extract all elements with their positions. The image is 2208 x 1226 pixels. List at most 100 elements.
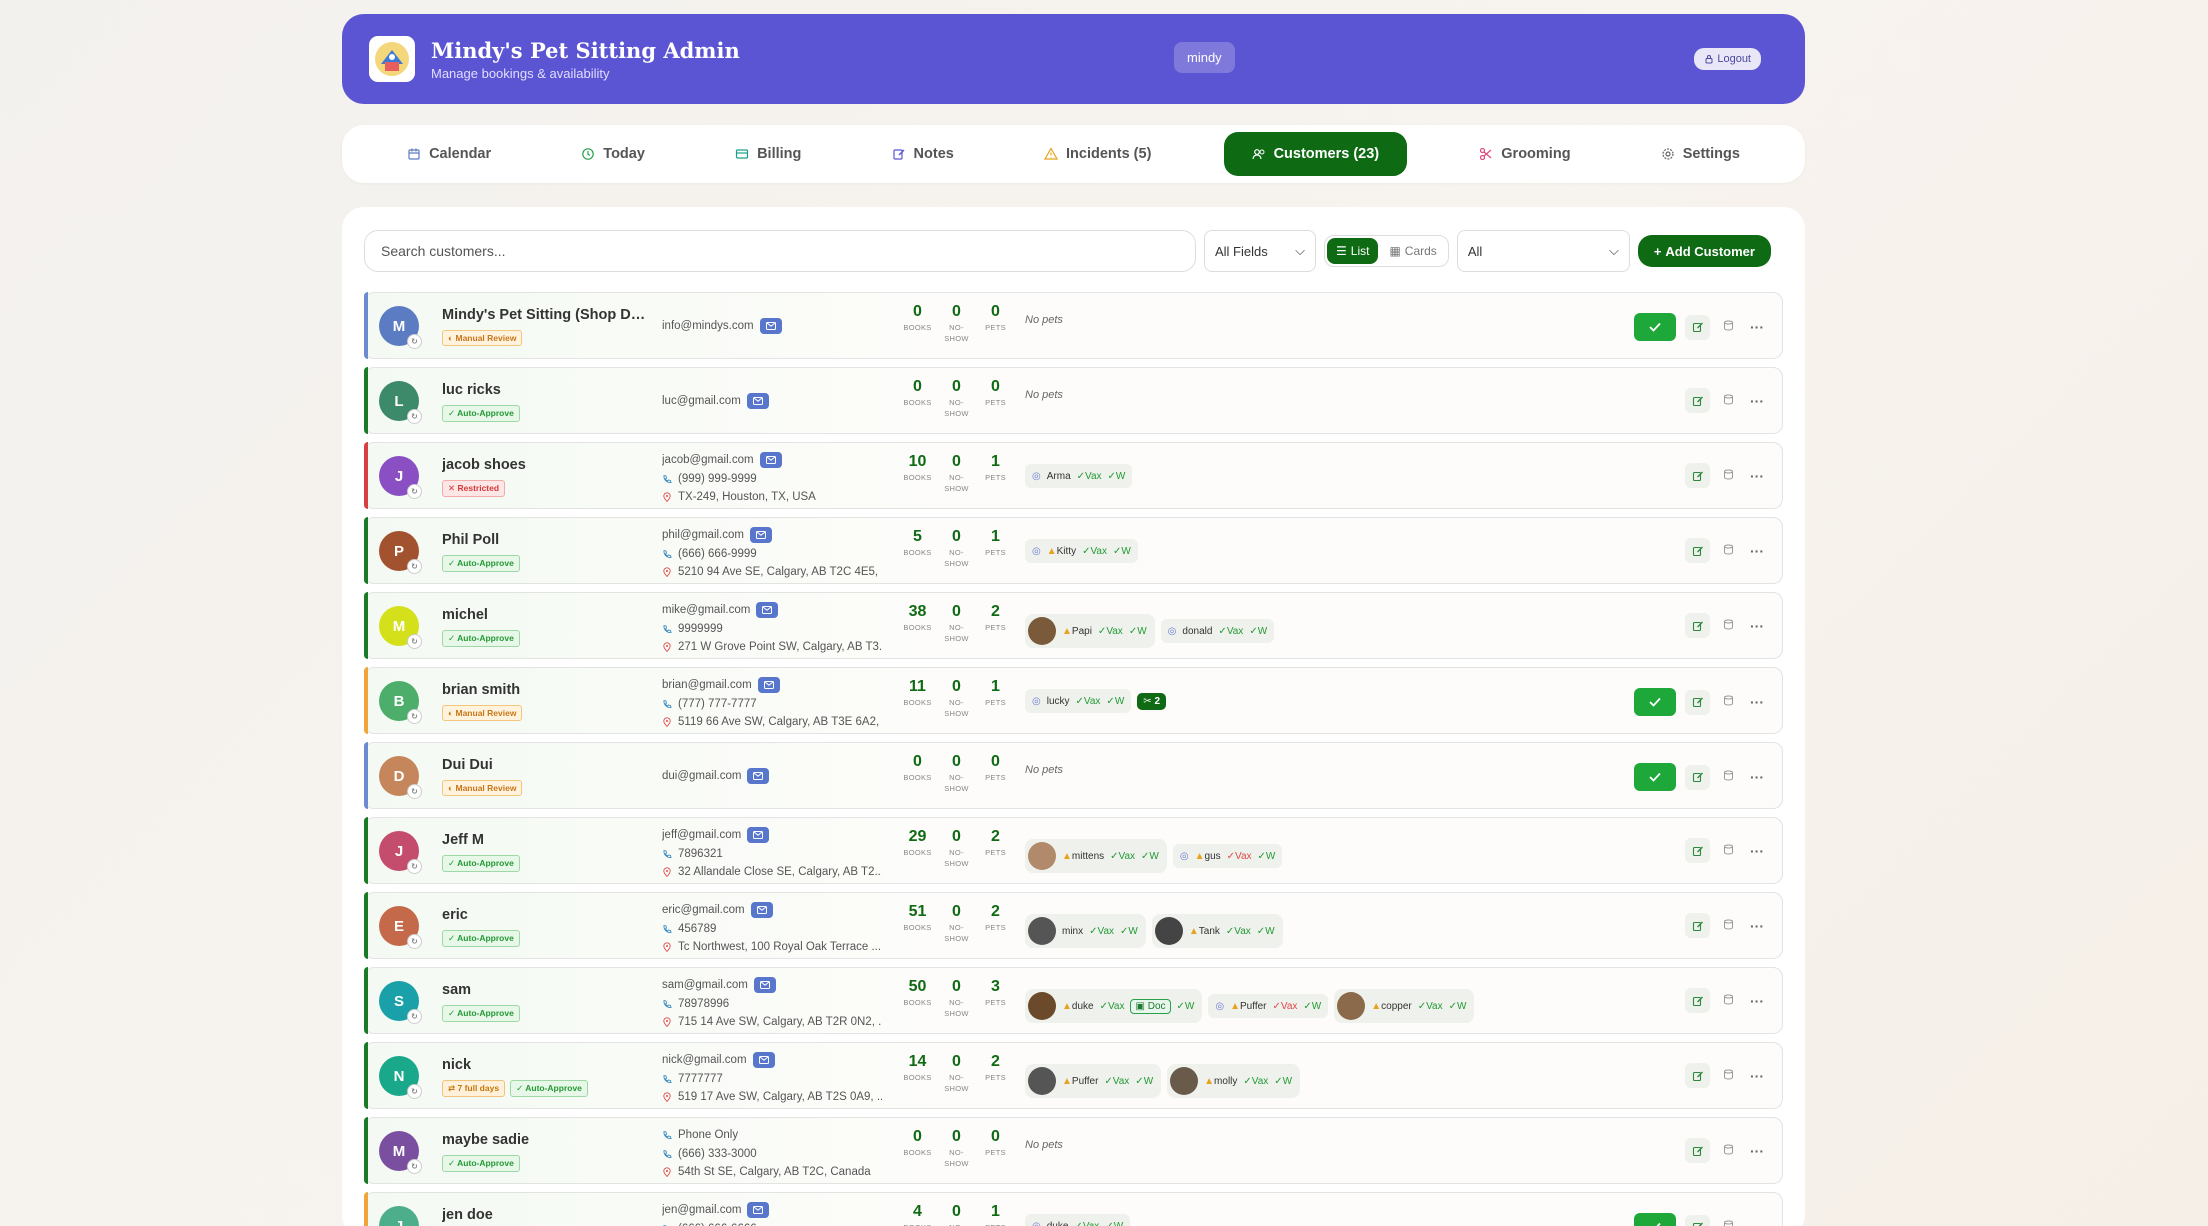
customer-name[interactable]: nick [442, 1057, 471, 1073]
customer-row[interactable]: P ↻ Phil Poll ✓ Auto-Approve phil@gmail.com (… [364, 517, 1783, 584]
pet-chip[interactable]: ▲duke ✓Vax ▣ Doc ✓W [1025, 989, 1203, 1023]
edit-button[interactable] [1685, 913, 1710, 938]
customer-row[interactable]: S ↻ sam ✓ Auto-Approve sam@gmail.com 78978996… [364, 967, 1783, 1034]
mail-icon[interactable] [759, 452, 782, 469]
more-options-button[interactable]: ··· [1746, 993, 1768, 1009]
customer-email[interactable]: jen@gmail.com [662, 1204, 741, 1216]
customer-address[interactable]: 32 Allandale Close SE, Calgary, AB T2... [678, 866, 882, 878]
customer-address[interactable]: TX-249, Houston, TX, USA [678, 491, 816, 503]
edit-button[interactable] [1685, 764, 1710, 790]
customer-row[interactable]: E ↻ eric ✓ Auto-Approve eric@gmail.com 456789… [364, 892, 1783, 959]
edit-button[interactable] [1685, 689, 1710, 715]
customer-address[interactable]: 54th St SE, Calgary, AB T2C, Canada [678, 1166, 871, 1178]
customer-phone[interactable]: (777) 777-7777 [678, 698, 757, 710]
customer-email[interactable]: jacob@gmail.com [662, 454, 754, 466]
customer-phone[interactable]: 7777777 [678, 1073, 723, 1085]
edit-avatar-icon[interactable]: ↻ [407, 559, 422, 574]
grooming-count-badge[interactable]: ✂ 2 [1137, 692, 1166, 710]
edit-button[interactable] [1685, 988, 1710, 1013]
customer-phone[interactable]: 9999999 [678, 623, 723, 635]
logout-button[interactable]: Logout [1694, 48, 1761, 70]
customer-email[interactable]: mike@gmail.com [662, 604, 750, 616]
customer-name[interactable]: michel [442, 607, 488, 623]
edit-button[interactable] [1685, 1063, 1710, 1088]
customer-email[interactable]: phil@gmail.com [662, 529, 744, 541]
tab-settings[interactable]: Settings [1643, 132, 1758, 176]
customer-phone[interactable]: (999) 999-9999 [678, 473, 757, 485]
customer-phone[interactable]: (666) 666-9999 [678, 548, 757, 560]
edit-button[interactable] [1685, 1214, 1710, 1226]
more-options-button[interactable]: ··· [1746, 694, 1768, 710]
customer-row[interactable]: J↻ jen doe jen@gmail.com(666) 666-6666 4 BOO… [364, 1192, 1783, 1226]
customer-address[interactable]: 5210 94 Ave SE, Calgary, AB T2C 4E5, ... [678, 566, 882, 578]
edit-button[interactable] [1685, 613, 1710, 638]
edit-avatar-icon[interactable]: ↻ [407, 1084, 422, 1099]
mail-icon[interactable] [757, 677, 780, 694]
tab-incidents[interactable]: Incidents (5) [1026, 132, 1169, 176]
edit-avatar-icon[interactable]: ↻ [407, 1159, 422, 1174]
tab-calendar[interactable]: Calendar [389, 132, 509, 176]
approve-button[interactable] [1634, 313, 1676, 341]
pet-chip[interactable]: minx ✓Vax ✓W [1025, 914, 1146, 948]
view-list-button[interactable]: ☰ List [1327, 238, 1379, 264]
customer-row[interactable]: B ↻ brian smith ◐ Manual Review brian@gmail.… [364, 667, 1783, 734]
tab-today[interactable]: Today [563, 132, 663, 176]
customer-email[interactable]: dui@gmail.com [662, 770, 741, 782]
edit-avatar-icon[interactable]: ↻ [407, 334, 422, 349]
customer-row[interactable]: L ↻ luc ricks ✓ Auto-Approve luc@gmail.com 0 B… [364, 367, 1783, 434]
mail-icon[interactable] [746, 393, 769, 410]
customer-name[interactable]: Mindy's Pet Sitting (Shop Desk... [442, 307, 652, 323]
edit-avatar-icon[interactable]: ↻ [407, 1009, 422, 1024]
customer-phone[interactable]: (666) 333-3000 [678, 1148, 757, 1160]
view-cards-button[interactable]: ▦ Cards [1380, 238, 1445, 264]
pet-chip[interactable]: ◎ ▲Puffer ✓Vax ✓W [1208, 994, 1329, 1018]
customer-name[interactable]: eric [442, 907, 468, 923]
customer-email[interactable]: brian@gmail.com [662, 679, 752, 691]
add-customer-button[interactable]: + Add Customer [1637, 235, 1771, 267]
customer-name[interactable]: luc ricks [442, 382, 501, 398]
mail-icon[interactable] [753, 977, 776, 994]
pet-chip[interactable]: ▲Papi ✓Vax ✓W [1025, 614, 1155, 648]
archive-button[interactable] [1719, 992, 1737, 1010]
customer-row[interactable]: M ↻ michel ✓ Auto-Approve mike@gmail.com 9999… [364, 592, 1783, 659]
more-options-button[interactable]: ··· [1746, 393, 1768, 409]
customer-address[interactable]: 271 W Grove Point SW, Calgary, AB T3... [678, 641, 882, 653]
edit-avatar-icon[interactable]: ↻ [407, 784, 422, 799]
mail-icon[interactable] [747, 827, 770, 844]
customer-name[interactable]: maybe sadie [442, 1132, 529, 1148]
edit-button[interactable] [1685, 463, 1710, 488]
archive-button[interactable] [1719, 1067, 1737, 1085]
customer-name[interactable]: brian smith [442, 682, 520, 698]
customer-name[interactable]: jen doe [442, 1207, 493, 1223]
tab-customers[interactable]: Customers (23) [1223, 132, 1408, 176]
customer-email[interactable]: sam@gmail.com [662, 979, 748, 991]
pet-chip[interactable]: ▲Puffer ✓Vax ✓W [1025, 1064, 1162, 1098]
mail-icon[interactable] [750, 902, 773, 919]
edit-avatar-icon[interactable]: ↻ [407, 934, 422, 949]
customer-row[interactable]: J ↻ jacob shoes ✕ Restricted jacob@gmail.com… [364, 442, 1783, 509]
customer-name[interactable]: Phil Poll [442, 532, 499, 548]
approve-button[interactable] [1634, 688, 1676, 716]
archive-button[interactable] [1719, 542, 1737, 560]
edit-avatar-icon[interactable]: ↻ [407, 859, 422, 874]
tab-billing[interactable]: Billing [717, 132, 819, 176]
pet-chip[interactable]: ▲copper ✓Vax ✓W [1334, 989, 1475, 1023]
edit-avatar-icon[interactable]: ↻ [407, 634, 422, 649]
pet-chip[interactable]: ◎ Arma ✓Vax ✓W [1025, 464, 1133, 488]
customer-email[interactable]: eric@gmail.com [662, 904, 745, 916]
search-input[interactable]: Search customers... [364, 230, 1196, 272]
customer-row[interactable]: M ↻ Mindy's Pet Sitting (Shop Desk... ◐ Man… [364, 292, 1783, 359]
mail-icon[interactable] [752, 1052, 775, 1069]
approve-button[interactable] [1634, 1213, 1676, 1226]
pet-chip[interactable]: ◎ duke ✓Vax ✓W [1025, 1214, 1131, 1226]
customer-name[interactable]: sam [442, 982, 471, 998]
archive-button[interactable] [1719, 768, 1737, 786]
mail-icon[interactable] [759, 318, 782, 335]
edit-button[interactable] [1685, 838, 1710, 863]
document-badge[interactable]: ▣ Doc [1130, 998, 1171, 1014]
user-pill[interactable]: mindy [1174, 42, 1235, 73]
archive-button[interactable] [1719, 1218, 1737, 1226]
edit-avatar-icon[interactable]: ↻ [407, 709, 422, 724]
customer-email[interactable]: jeff@gmail.com [662, 829, 741, 841]
tab-notes[interactable]: Notes [874, 132, 972, 176]
